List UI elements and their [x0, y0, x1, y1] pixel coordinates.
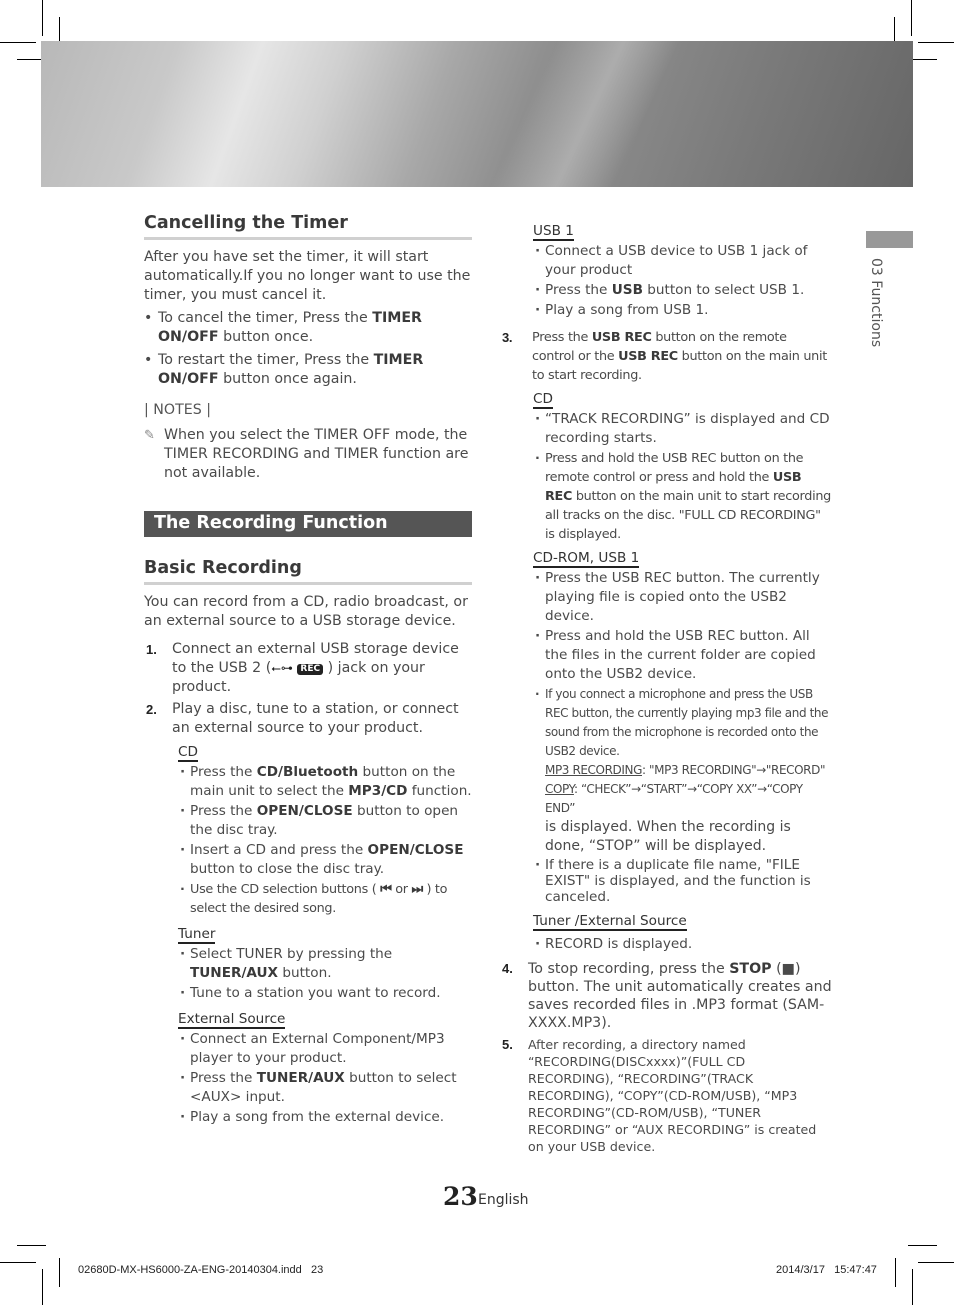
crop-mark	[918, 1262, 954, 1263]
list-item: To cancel the timer, Press the TIMER ON/…	[144, 309, 472, 347]
pencil-note-icon: ✎	[144, 428, 155, 443]
chapter-label: 03 Functions	[868, 258, 884, 348]
crop-mark	[895, 1258, 896, 1287]
step-1: 1. Connect an external USB storage devic…	[146, 641, 459, 695]
list-item: Press and hold the USB REC button on the…	[533, 449, 832, 544]
subheading-external-source: External Source	[178, 1011, 286, 1029]
list-item: Tune to a station you want to record.	[178, 984, 472, 1003]
skip-back-icon: ⏮	[380, 882, 392, 897]
header-banner-image	[41, 41, 913, 187]
crop-mark	[908, 1245, 937, 1246]
page-language: English	[478, 1192, 529, 1208]
notes-heading: | NOTES |	[144, 402, 211, 418]
list-item: Play a song from USB 1.	[533, 301, 832, 320]
step-5: 5. After recording, a directory named “R…	[502, 1037, 817, 1154]
right-column: USB 1 Connect a USB device to USB 1 jack…	[500, 222, 832, 1155]
subheading-cd: CD	[178, 744, 198, 762]
crop-mark	[59, 1258, 60, 1287]
list-item: Press the USB button to select USB 1.	[533, 281, 832, 300]
list-item: Connect a USB device to USB 1 jack of yo…	[533, 242, 832, 280]
usb-icon: ⭠⊶	[271, 661, 293, 675]
crop-mark	[0, 42, 36, 43]
cancel-timer-intro: After you have set the timer, it will st…	[144, 249, 471, 303]
chapter-tab-marker	[866, 231, 913, 248]
step-3: 3. Press the USB REC button on the remot…	[502, 330, 827, 383]
step-2: 2. Play a disc, tune to a station, or co…	[146, 701, 459, 736]
list-item: Select TUNER by pressing the TUNER/AUX b…	[178, 945, 472, 983]
list-item: RECORD is displayed.	[533, 935, 832, 954]
list-item: Insert a CD and press the OPEN/CLOSE but…	[178, 841, 472, 879]
subheading-tuner-external: Tuner /External Source	[533, 913, 687, 931]
note-item: ✎ When you select the TIMER OFF mode, th…	[144, 427, 469, 481]
section-banner-recording-function: The Recording Function	[144, 511, 472, 537]
print-slug-file: 02680D-MX-HS6000-ZA-ENG-20140304.indd 23	[78, 1264, 324, 1276]
subheading-tuner: Tuner	[178, 926, 216, 944]
print-slug-date: 2014/3/17 15:47:47	[776, 1264, 877, 1276]
chapter-side-label: 03 Functions	[860, 258, 890, 368]
crop-mark	[912, 1269, 913, 1305]
step-4: 4. To stop recording, press the STOP (■)…	[502, 961, 832, 1031]
list-item: Use the CD selection buttons ( ⏮ or ⏭ ) …	[178, 880, 472, 918]
basic-recording-intro: You can record from a CD, radio broadcas…	[144, 594, 468, 629]
rec-badge-icon: REC	[297, 664, 324, 675]
crop-mark	[0, 1262, 36, 1263]
page-number: 23	[443, 1182, 478, 1211]
usb1-subsection: USB 1 Connect a USB device to USB 1 jack…	[500, 222, 832, 320]
list-item: To restart the timer, Press the TIMER ON…	[144, 351, 472, 389]
list-item: Press and hold the USB REC button. All t…	[533, 627, 832, 684]
section-title-basic-recording: Basic Recording	[144, 559, 472, 585]
crop-mark	[42, 0, 43, 36]
skip-forward-icon: ⏭	[411, 882, 423, 897]
section-title-cancelling-timer: Cancelling the Timer	[144, 214, 472, 240]
list-item: If you connect a microphone and press th…	[533, 685, 832, 856]
list-item: Press the OPEN/CLOSE button to open the …	[178, 802, 472, 840]
list-item: If there is a duplicate file name, "FILE…	[533, 857, 832, 905]
crop-mark	[918, 42, 954, 43]
list-item: Press the TUNER/AUX button to select <AU…	[178, 1069, 472, 1107]
list-item: Connect an External Component/MP3 player…	[178, 1030, 472, 1068]
stop-icon: (■)	[771, 961, 801, 977]
list-item: “TRACK RECORDING” is displayed and CD re…	[533, 410, 832, 448]
list-item: Press the USB REC button. The currently …	[533, 569, 832, 626]
crop-mark	[911, 0, 912, 36]
crop-mark	[17, 1245, 46, 1246]
subheading-usb1: USB 1	[533, 223, 574, 241]
crop-mark	[42, 1269, 43, 1305]
list-item: Press the CD/Bluetooth button on the mai…	[178, 763, 472, 801]
left-column: Cancelling the Timer After you have set …	[144, 214, 472, 1127]
list-item: Play a song from the external device.	[178, 1108, 472, 1127]
cd-subsection: CD Press the CD/Bluetooth button on the …	[144, 738, 472, 1127]
subheading-cdrom-usb1: CD-ROM, USB 1	[533, 550, 640, 568]
cd-recording-subsection: CD “TRACK RECORDING” is displayed and CD…	[500, 385, 832, 954]
subheading-cd-recording: CD	[533, 391, 553, 409]
